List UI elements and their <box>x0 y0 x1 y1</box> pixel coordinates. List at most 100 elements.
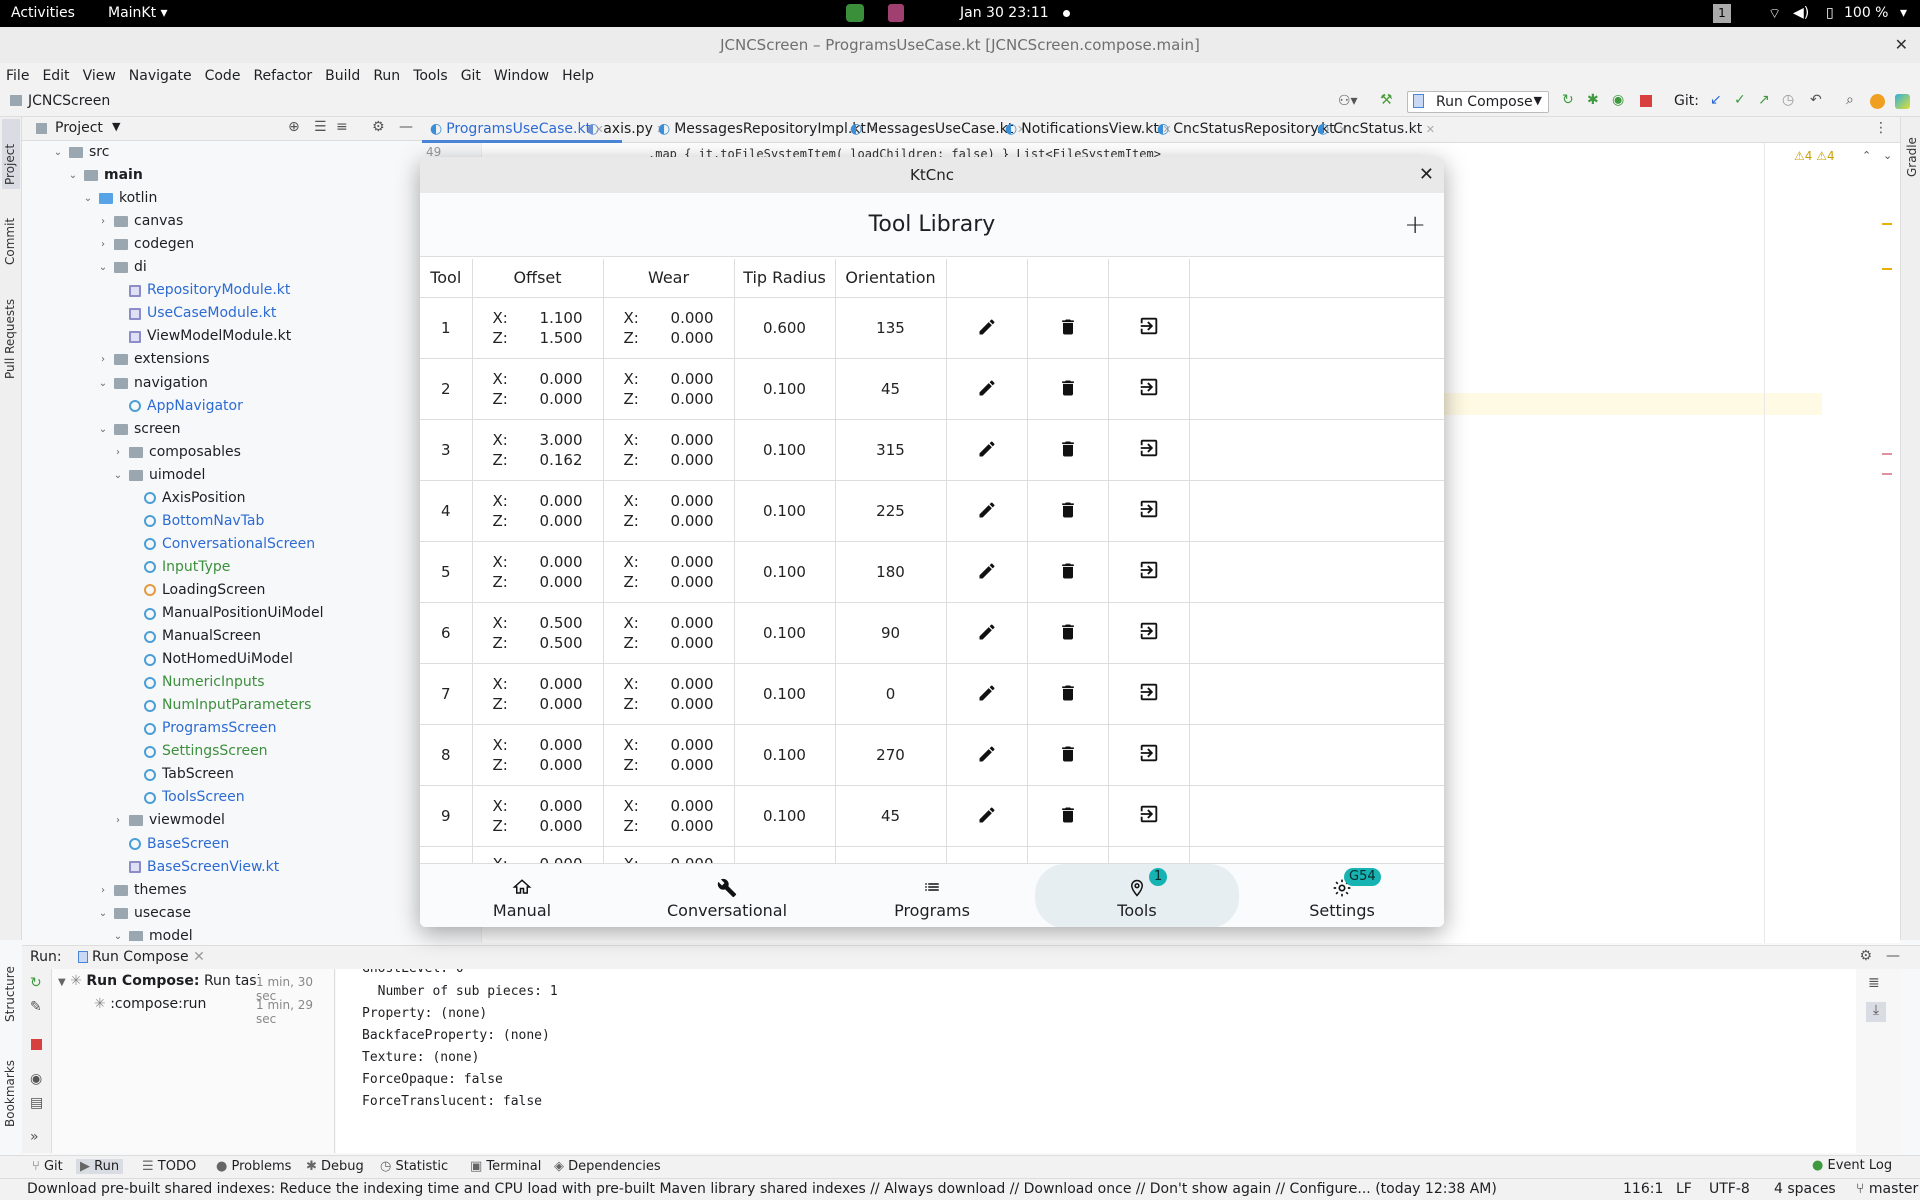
tree-item[interactable]: ⌄ usecase <box>96 902 191 925</box>
hide-icon[interactable]: — <box>1886 948 1900 964</box>
chevron-right-icon[interactable]: › <box>96 233 110 256</box>
tree-item[interactable]: LoadingScreen <box>126 579 265 602</box>
edit-button[interactable] <box>946 541 1028 603</box>
edit-button[interactable] <box>946 297 1028 359</box>
run-subtask-item[interactable]: ✳ :compose:run <box>94 996 206 1012</box>
wrench-icon[interactable]: ✎ <box>30 999 42 1015</box>
editor-tab[interactable]: ◐ ProgramsUseCase.kt ✕ <box>430 121 604 137</box>
tree-item[interactable]: BottomNavTab <box>126 510 264 533</box>
chevron-down-icon[interactable]: ⌄ <box>111 464 125 487</box>
coverage-icon[interactable]: ◉ <box>1612 92 1624 108</box>
chevron-down-icon[interactable]: ⌄ <box>66 164 80 187</box>
run-config-select[interactable]: Run Compose ▼ <box>1407 91 1549 113</box>
expand-icon[interactable]: » <box>30 1129 39 1145</box>
battery-icon[interactable]: ▯ <box>1826 5 1834 21</box>
chevron-down-icon[interactable]: ⌄ <box>81 187 95 210</box>
rerun-icon[interactable]: ↻ <box>1562 92 1574 108</box>
edit-button[interactable] <box>946 785 1028 847</box>
table-row[interactable]: 3 X: 3.000 Z: 0.162 X: 0.000 Z: 0.000 0.100 315 <box>420 419 1444 481</box>
project-panel-title[interactable]: Project <box>55 120 103 136</box>
git-push-icon[interactable]: ↗ <box>1758 92 1770 108</box>
chevron-down-icon[interactable]: ▼ <box>112 120 120 133</box>
gradle-tool-tab[interactable]: Gradle <box>1905 137 1919 177</box>
tree-item[interactable]: BaseScreen <box>111 833 229 856</box>
load-tool-button[interactable] <box>1108 724 1190 786</box>
soft-wrap-icon[interactable]: ≣ <box>1868 975 1880 991</box>
expand-all-icon[interactable]: ☰ <box>314 119 327 135</box>
delete-button[interactable] <box>1027 541 1109 603</box>
menu-item-tools[interactable]: Tools <box>413 68 448 84</box>
tree-item[interactable]: ManualScreen <box>126 625 261 648</box>
tree-item[interactable]: AxisPosition <box>126 487 246 510</box>
menu-item-help[interactable]: Help <box>562 68 594 84</box>
editor-tab[interactable]: ◐ MessagesUseCase.kt ✕ <box>850 121 1026 137</box>
history-icon[interactable]: ◷ <box>1782 92 1794 108</box>
stop-icon[interactable] <box>31 1039 42 1050</box>
workspace-indicator[interactable]: 1 <box>1713 4 1731 23</box>
delete-button[interactable] <box>1027 602 1109 664</box>
tool-window-tab-debug[interactable]: ✱ Debug <box>306 1159 364 1174</box>
chevron-up-icon[interactable]: ⌃ <box>1862 149 1871 162</box>
chevron-down-icon[interactable]: ⌄ <box>96 902 110 925</box>
menu-item-view[interactable]: View <box>83 68 116 84</box>
collapse-all-icon[interactable]: ≡ <box>336 119 348 135</box>
chevron-down-icon[interactable]: ⌄ <box>51 141 65 164</box>
menu-item-window[interactable]: Window <box>494 68 549 84</box>
chevron-right-icon[interactable]: › <box>96 348 110 371</box>
status-message[interactable]: Download pre-built shared indexes: Reduc… <box>27 1181 1497 1197</box>
warning-count[interactable]: ⚠4 ⚠4 <box>1794 149 1835 163</box>
tool-window-tab-terminal[interactable]: ▣ Terminal <box>470 1159 541 1174</box>
editor-tab[interactable]: ◐ NotificationsView.kt ✕ <box>1005 121 1172 137</box>
event-log-button[interactable]: ● Event Log <box>1812 1158 1892 1173</box>
nav-tab-conversational[interactable]: Conversational <box>625 864 829 927</box>
editor-tab[interactable]: ◐ axis.py ✕ <box>587 121 666 137</box>
intellij-icon[interactable] <box>888 4 904 22</box>
tree-item[interactable]: › composables <box>111 441 241 464</box>
git-branch[interactable]: ⑂ master <box>1856 1181 1918 1197</box>
table-row[interactable]: 2 X: 0.000 Z: 0.000 X: 0.000 Z: 0.000 0.100 45 <box>420 358 1444 420</box>
load-tool-button[interactable] <box>1108 602 1190 664</box>
edit-button[interactable] <box>946 419 1028 481</box>
tree-item[interactable]: ToolsScreen <box>126 786 245 809</box>
delete-button[interactable] <box>1027 785 1109 847</box>
caret-position[interactable]: 116:1 <box>1623 1181 1663 1197</box>
tree-item[interactable]: ⌄ model <box>111 925 193 941</box>
tool-window-tab-todo[interactable]: ☰ TODO <box>142 1159 196 1174</box>
tree-item[interactable]: ⌄ kotlin <box>81 187 158 210</box>
load-tool-button[interactable] <box>1108 480 1190 542</box>
chevron-right-icon[interactable]: › <box>111 809 125 832</box>
clock[interactable]: Jan 30 23:11 <box>960 5 1049 21</box>
delete-button[interactable] <box>1027 480 1109 542</box>
tree-item[interactable]: › codegen <box>96 233 194 256</box>
tree-item[interactable]: ⌄ src <box>51 141 110 164</box>
rollback-icon[interactable]: ↶ <box>1810 92 1822 108</box>
nav-tab-tools[interactable]: Tools 1 <box>1035 864 1239 927</box>
menu-item-code[interactable]: Code <box>205 68 241 84</box>
tree-item[interactable]: ProgramsScreen <box>126 717 277 740</box>
console-output[interactable]: GhostLevel: 0 Number of sub pieces: 1 Pro… <box>336 969 1856 1153</box>
debug-icon[interactable]: ✱ <box>1587 92 1599 108</box>
delete-button[interactable] <box>1027 663 1109 725</box>
indent-setting[interactable]: 4 spaces <box>1774 1181 1836 1197</box>
tree-item[interactable]: NotHomedUiModel <box>126 648 293 671</box>
tool-window-tab-problems[interactable]: ● Problems <box>216 1159 291 1174</box>
table-row[interactable]: 1 X: 1.100 Z: 1.500 X: 0.000 Z: 0.000 0.600 135 <box>420 297 1444 359</box>
tree-item[interactable]: ViewModelModule.kt <box>111 325 291 348</box>
menu-item-file[interactable]: File <box>6 68 29 84</box>
load-tool-button[interactable] <box>1108 297 1190 359</box>
tree-item[interactable]: › viewmodel <box>111 809 225 832</box>
menu-item-edit[interactable]: Edit <box>42 68 69 84</box>
structure-tool-tab[interactable]: Structure <box>3 966 17 1022</box>
search-icon[interactable]: ⌕ <box>1846 92 1854 108</box>
table-row[interactable]: 4 X: 0.000 Z: 0.000 X: 0.000 Z: 0.000 0.100 225 <box>420 480 1444 542</box>
close-icon[interactable]: ✕ <box>193 949 205 965</box>
table-row[interactable]: 6 X: 0.500 Z: 0.500 X: 0.000 Z: 0.000 0.100 90 <box>420 602 1444 664</box>
tree-item[interactable]: AppNavigator <box>111 395 243 418</box>
activities-button[interactable]: Activities <box>11 5 75 21</box>
nav-tab-settings[interactable]: Settings G54 <box>1240 864 1444 927</box>
add-tool-button[interactable]: + <box>1404 193 1426 257</box>
scroll-to-end-icon[interactable]: ⤓ <box>1866 1002 1886 1022</box>
delete-button[interactable] <box>1027 297 1109 359</box>
menu-item-refactor[interactable]: Refactor <box>253 68 312 84</box>
system-menu-chevron-icon[interactable]: ▾ <box>1900 5 1907 21</box>
